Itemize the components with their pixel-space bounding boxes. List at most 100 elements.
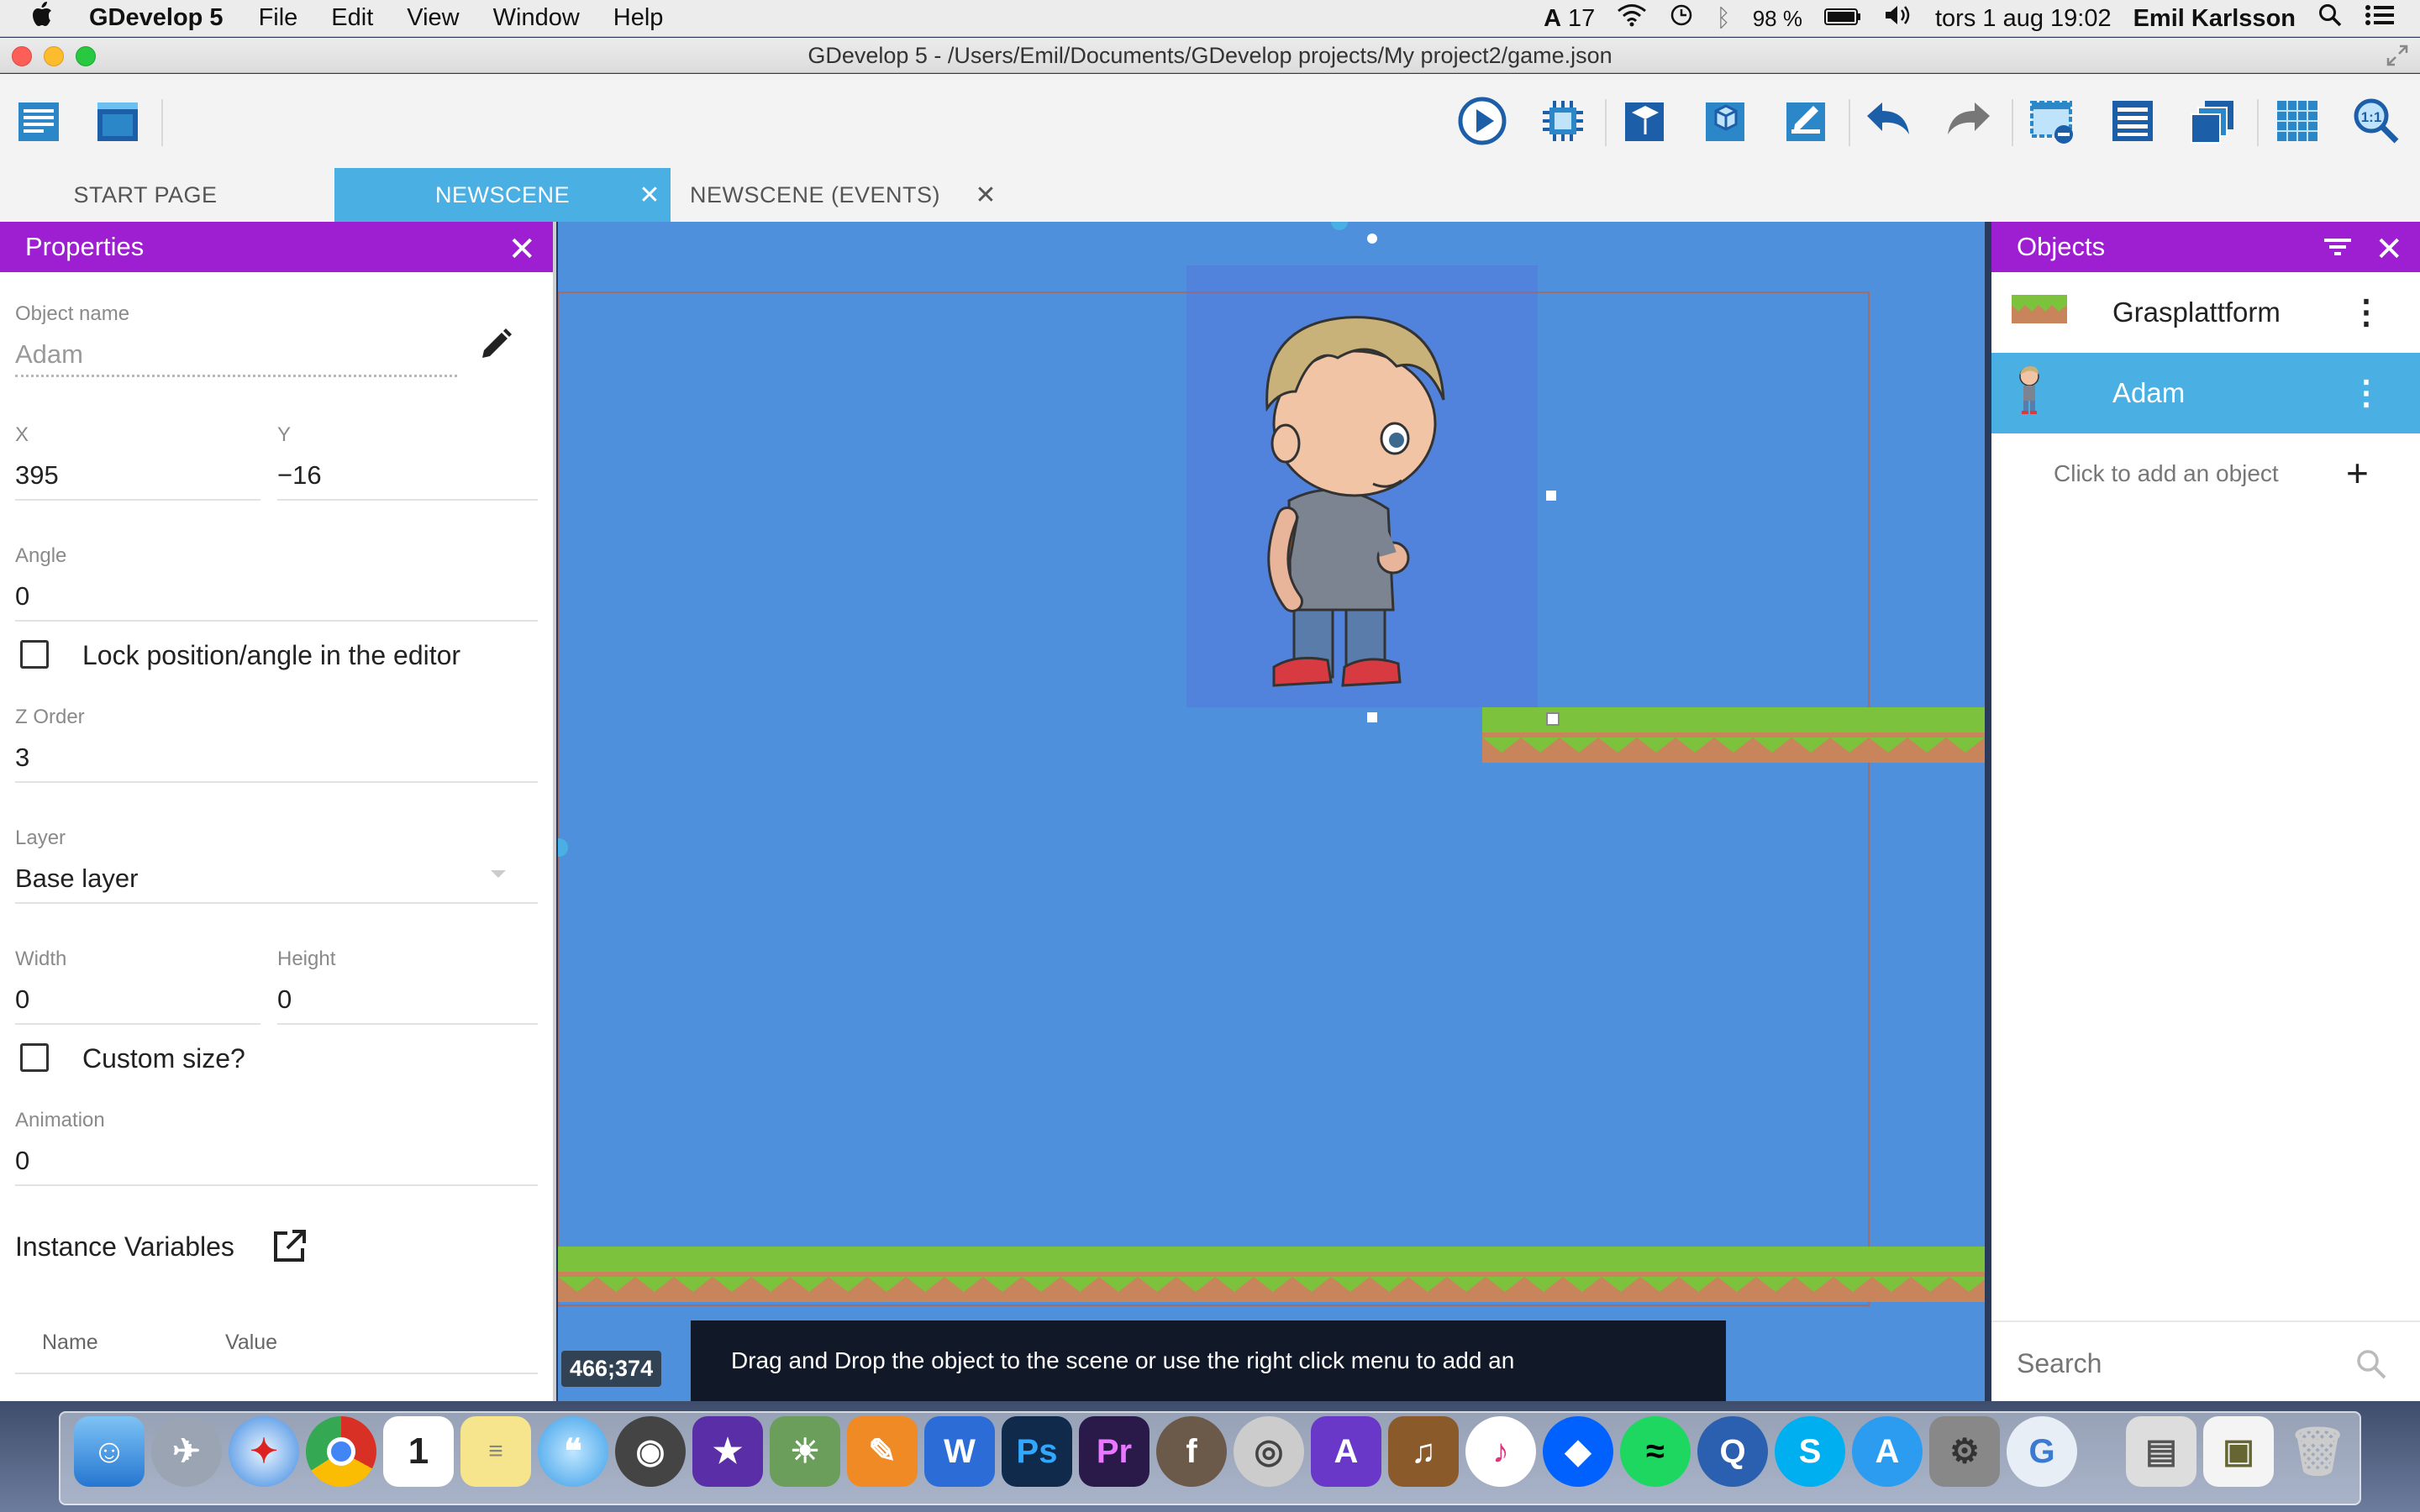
messages-icon[interactable]: ❝: [538, 1416, 608, 1487]
more-options-icon[interactable]: ⋮: [2349, 374, 2383, 412]
close-properties-icon[interactable]: ✕: [508, 230, 536, 269]
calendar-icon[interactable]: 1: [383, 1416, 454, 1487]
y-field[interactable]: −16: [277, 460, 322, 491]
filter-icon[interactable]: [2323, 234, 2353, 267]
project-manager-icon[interactable]: [13, 96, 64, 146]
apple-menu-icon[interactable]: [30, 0, 64, 36]
character-thumbnail: [2017, 365, 2042, 422]
volume-icon[interactable]: [1883, 3, 1913, 34]
system-preferences-icon[interactable]: ⚙: [1929, 1416, 2000, 1487]
debugger-icon[interactable]: [1538, 96, 1588, 146]
itunes-icon[interactable]: ♪: [1465, 1416, 1536, 1487]
pages-icon[interactable]: ✎: [847, 1416, 918, 1487]
redo-icon[interactable]: [1943, 96, 1993, 146]
instances-list-icon[interactable]: [2107, 96, 2158, 146]
ground-platform[interactable]: [558, 1247, 1985, 1302]
dropbox-icon[interactable]: ◆: [1543, 1416, 1613, 1487]
word-icon[interactable]: W: [924, 1416, 995, 1487]
notification-center-icon[interactable]: [2365, 3, 2395, 34]
menu-edit[interactable]: Edit: [331, 4, 373, 32]
edit-object-icon[interactable]: [477, 326, 514, 367]
scene-canvas[interactable]: 466;374 Drag and Drop the object to the …: [558, 222, 1985, 1401]
adobe-icon[interactable]: A: [1544, 5, 1561, 33]
imovie-icon[interactable]: ★: [692, 1416, 763, 1487]
rotation-handle[interactable]: [1367, 234, 1377, 244]
more-options-icon[interactable]: ⋮: [2349, 293, 2383, 332]
object-name-field[interactable]: Adam: [15, 339, 83, 370]
trash-icon[interactable]: 🗑: [2282, 1416, 2353, 1487]
bluetooth-icon[interactable]: ᛒ: [1716, 5, 1730, 33]
menu-clock[interactable]: tors 1 aug 19:02: [1935, 5, 2112, 33]
objects-title: Objects: [2017, 232, 2106, 261]
height-field[interactable]: 0: [277, 984, 292, 1015]
spotlight-search-icon[interactable]: [2317, 3, 2343, 34]
browser-window-icon[interactable]: ▣: [2203, 1416, 2274, 1487]
spotify-icon[interactable]: ≈: [1620, 1416, 1691, 1487]
zoom-reset-icon[interactable]: 1:1: [2351, 96, 2402, 146]
close-tab-icon[interactable]: ✕: [639, 181, 660, 210]
width-field[interactable]: 0: [15, 984, 29, 1015]
layer-select[interactable]: Base layer: [15, 864, 138, 894]
object-groups-icon[interactable]: [1620, 96, 1670, 146]
scene-window-icon[interactable]: [92, 96, 143, 146]
iphoto-icon[interactable]: ☀: [770, 1416, 840, 1487]
resize-handle-corner[interactable]: [1546, 712, 1560, 726]
preview-play-button[interactable]: [1457, 96, 1507, 146]
app-store-icon[interactable]: A: [1852, 1416, 1923, 1487]
custom-size-checkbox[interactable]: [20, 1043, 49, 1072]
close-tab-icon[interactable]: ✕: [975, 181, 997, 210]
premiere-icon[interactable]: Pr: [1079, 1416, 1150, 1487]
user-name-menu[interactable]: Emil Karlsson: [2133, 5, 2296, 33]
menu-file[interactable]: File: [259, 4, 298, 32]
time-machine-icon[interactable]: [1669, 3, 1694, 34]
object-item-grasplattform[interactable]: Grasplattform ⋮: [1991, 272, 2420, 353]
fullscreen-icon[interactable]: [2385, 43, 2410, 72]
tab-newscene[interactable]: NEWSCENE ✕: [334, 168, 671, 222]
finder-icon[interactable]: ☺: [74, 1416, 145, 1487]
search-icon[interactable]: [2354, 1347, 2388, 1385]
tab-newscene-events[interactable]: NEWSCENE (EVENTS) ✕: [672, 168, 1008, 222]
menu-window[interactable]: Window: [493, 4, 580, 32]
add-object-label[interactable]: Click to add an object: [2054, 460, 2279, 487]
tab-start-page[interactable]: START PAGE: [0, 168, 291, 222]
dvd-player-icon[interactable]: ◎: [1234, 1416, 1304, 1487]
properties-edit-icon[interactable]: [1781, 96, 1832, 146]
resize-handle-right[interactable]: [1546, 491, 1556, 501]
safari-icon[interactable]: ✦: [229, 1416, 299, 1487]
launchpad-icon[interactable]: ✈: [151, 1416, 222, 1487]
close-objects-icon[interactable]: ✕: [2375, 230, 2403, 269]
x-field[interactable]: 395: [15, 460, 59, 491]
notes-icon[interactable]: ≡: [460, 1416, 531, 1487]
animation-field[interactable]: 0: [15, 1146, 29, 1176]
grid-icon[interactable]: [2272, 96, 2323, 146]
add-object-icon[interactable]: +: [2346, 450, 2369, 496]
battery-icon[interactable]: [1823, 5, 1861, 33]
lock-position-checkbox[interactable]: [20, 640, 49, 669]
facetime-icon[interactable]: ◉: [615, 1416, 686, 1487]
photoshop-icon[interactable]: Ps: [1002, 1416, 1072, 1487]
documents-stack-icon[interactable]: ▤: [2126, 1416, 2196, 1487]
undo-icon[interactable]: [1864, 96, 1914, 146]
objects-cube-icon[interactable]: [1701, 96, 1751, 146]
object-search-input[interactable]: [2017, 1344, 2336, 1383]
chrome-icon[interactable]: [306, 1416, 376, 1487]
wifi-icon[interactable]: [1617, 3, 1647, 34]
fontbook-icon[interactable]: f: [1156, 1416, 1227, 1487]
resize-handle-bottom[interactable]: [1367, 712, 1377, 722]
skype-icon[interactable]: S: [1775, 1416, 1845, 1487]
open-external-icon[interactable]: [271, 1228, 308, 1269]
app-name-menu[interactable]: GDevelop 5: [89, 4, 224, 32]
menu-view[interactable]: View: [407, 4, 459, 32]
gdevelop-dock-icon[interactable]: G: [2007, 1416, 2077, 1487]
menu-help[interactable]: Help: [613, 4, 664, 32]
delete-selection-icon[interactable]: [2027, 96, 2077, 146]
adam-instance[interactable]: [1186, 265, 1538, 707]
dropdown-arrow-icon[interactable]: [489, 869, 508, 885]
quicktime-icon[interactable]: Q: [1697, 1416, 1768, 1487]
affinity-icon[interactable]: A: [1311, 1416, 1381, 1487]
garageband-icon[interactable]: ♫: [1388, 1416, 1459, 1487]
angle-field[interactable]: 0: [15, 581, 29, 612]
object-item-adam[interactable]: Adam ⋮: [1991, 353, 2420, 433]
layers-icon[interactable]: [2188, 96, 2238, 146]
zorder-field[interactable]: 3: [15, 743, 29, 773]
